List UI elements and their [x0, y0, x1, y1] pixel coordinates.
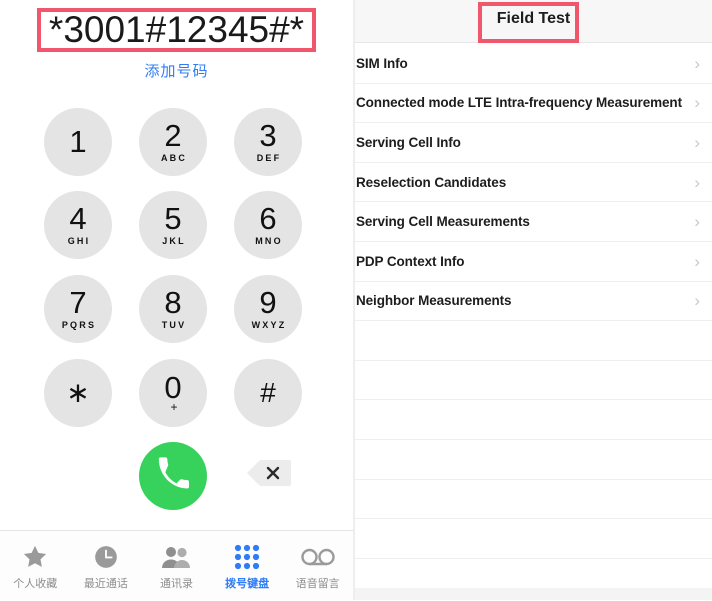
tab-favorites[interactable]: 个人收藏	[0, 531, 71, 601]
tab-label: 个人收藏	[13, 577, 58, 590]
menu-item-label: PDP Context Info	[356, 253, 465, 269]
dialpad-key-letters: +	[170, 400, 178, 414]
menu-item-reselection-candidates[interactable]: Reselection Candidates ›	[355, 163, 712, 203]
menu-item-label: SIM Info	[356, 55, 408, 71]
call-button[interactable]	[139, 442, 207, 510]
page-title-highlight-box	[478, 2, 579, 43]
dialpad-key-letters: JKL	[162, 236, 186, 246]
menu-item-connected-mode-lte[interactable]: Connected mode LTE Intra-frequency Measu…	[355, 84, 712, 124]
empty-list-row	[355, 321, 712, 361]
add-number-link[interactable]: 添加号码	[0, 60, 353, 81]
chevron-right-icon: ›	[694, 132, 700, 152]
tab-label: 通讯录	[159, 577, 193, 590]
keypad-icon	[234, 542, 260, 572]
menu-item-label: Serving Cell Measurements	[356, 214, 530, 230]
dialpad-key-digit: #	[260, 376, 276, 408]
dialpad-key-letters: TUV	[161, 320, 187, 330]
tab-bar: 个人收藏 最近通话 通讯录 拨号键盘 语音留言	[0, 530, 353, 600]
voicemail-icon	[300, 542, 335, 572]
contacts-icon	[161, 542, 191, 572]
tab-label: 语音留言	[295, 577, 340, 590]
menu-item-serving-cell-measurements[interactable]: Serving Cell Measurements ›	[355, 202, 712, 242]
dialpad-key-digit: 1	[69, 123, 87, 159]
empty-list-row	[355, 519, 712, 559]
backspace-icon	[246, 458, 292, 493]
dialpad-key-letters: ABC	[160, 153, 188, 163]
phone-dialer-panel: *3001#12345#* 添加号码 1 2 ABC 3 DEF 4 GHI 5	[0, 0, 353, 600]
dialpad-key-letters: MNO	[255, 236, 283, 246]
dialed-number-display[interactable]: *3001#12345#*	[0, 4, 353, 52]
tab-recents[interactable]: 最近通话	[71, 531, 142, 601]
dialpad-key-1[interactable]: 1	[44, 108, 112, 176]
dialpad-key-letters: DEF	[256, 153, 282, 163]
dialpad-key-6[interactable]: 6 MNO	[234, 191, 302, 259]
dialpad-key-digit: 5	[164, 201, 182, 236]
dialpad-key-7[interactable]: 7 PQRS	[44, 275, 112, 343]
dialed-number-highlight-box	[37, 8, 316, 52]
dialpad-key-4[interactable]: 4 GHI	[44, 191, 112, 259]
tab-label: 拨号键盘	[225, 577, 270, 590]
dialpad-key-0[interactable]: 0 +	[139, 359, 207, 427]
tab-voicemail[interactable]: 语音留言	[282, 531, 353, 601]
dialpad-key-digit: 0	[164, 370, 182, 405]
chevron-right-icon: ›	[694, 93, 700, 113]
chevron-right-icon: ›	[694, 291, 700, 311]
dialpad-key-digit: 9	[259, 285, 277, 320]
star-icon	[21, 542, 49, 572]
menu-item-label: Neighbor Measurements	[356, 293, 512, 309]
field-test-menu-list: SIM Info › Connected mode LTE Intra-freq…	[355, 44, 712, 599]
dialpad: 1 2 ABC 3 DEF 4 GHI 5 JKL 6 MNO 7 PQRS 8…	[0, 108, 353, 428]
menu-item-sim-info[interactable]: SIM Info ›	[355, 44, 712, 84]
chevron-right-icon: ›	[694, 212, 700, 232]
dialpad-key-letters: PQRS	[61, 320, 97, 330]
dialpad-key-asterisk[interactable]: ∗	[44, 359, 112, 427]
clock-icon	[93, 542, 119, 572]
dialpad-key-digit: 3	[259, 118, 277, 153]
empty-list-row	[355, 400, 712, 440]
dialpad-key-digit: 7	[69, 285, 87, 320]
dialpad-key-5[interactable]: 5 JKL	[139, 191, 207, 259]
dialpad-key-3[interactable]: 3 DEF	[234, 108, 302, 176]
dialpad-key-digit: 8	[164, 285, 182, 320]
dialpad-key-letters: WXYZ	[251, 320, 287, 330]
backspace-button[interactable]	[246, 458, 292, 493]
dialpad-key-digit: ∗	[66, 376, 90, 408]
dialpad-key-hash[interactable]: #	[234, 359, 302, 427]
dialpad-key-digit: 6	[259, 201, 277, 236]
menu-item-pdp-context-info[interactable]: PDP Context Info ›	[355, 242, 712, 282]
tab-contacts[interactable]: 通讯录	[141, 531, 212, 601]
dialpad-key-digit: 4	[69, 201, 87, 236]
tab-keypad[interactable]: 拨号键盘	[212, 531, 283, 601]
chevron-right-icon: ›	[694, 53, 700, 73]
phone-icon	[156, 456, 190, 496]
dialpad-key-8[interactable]: 8 TUV	[139, 275, 207, 343]
chevron-right-icon: ›	[694, 251, 700, 271]
menu-item-label: Serving Cell Info	[356, 134, 461, 150]
dialpad-key-letters: GHI	[67, 236, 91, 246]
screenshot-root: *3001#12345#* 添加号码 1 2 ABC 3 DEF 4 GHI 5	[0, 0, 712, 600]
field-test-panel: Field Test SIM Info › Connected mode LTE…	[355, 0, 712, 600]
empty-list-row	[355, 440, 712, 480]
dialpad-key-9[interactable]: 9 WXYZ	[234, 275, 302, 343]
chevron-right-icon: ›	[694, 172, 700, 192]
menu-item-label: Connected mode LTE Intra-frequency Measu…	[356, 95, 682, 111]
empty-list-row	[355, 480, 712, 520]
menu-item-serving-cell-info[interactable]: Serving Cell Info ›	[355, 123, 712, 163]
dialpad-key-2[interactable]: 2 ABC	[139, 108, 207, 176]
menu-item-neighbor-measurements[interactable]: Neighbor Measurements ›	[355, 282, 712, 322]
menu-item-label: Reselection Candidates	[356, 174, 507, 190]
bottom-strip	[355, 588, 712, 600]
tab-label: 最近通话	[83, 577, 128, 590]
dialpad-key-digit: 2	[164, 118, 182, 153]
empty-list-row	[355, 361, 712, 401]
